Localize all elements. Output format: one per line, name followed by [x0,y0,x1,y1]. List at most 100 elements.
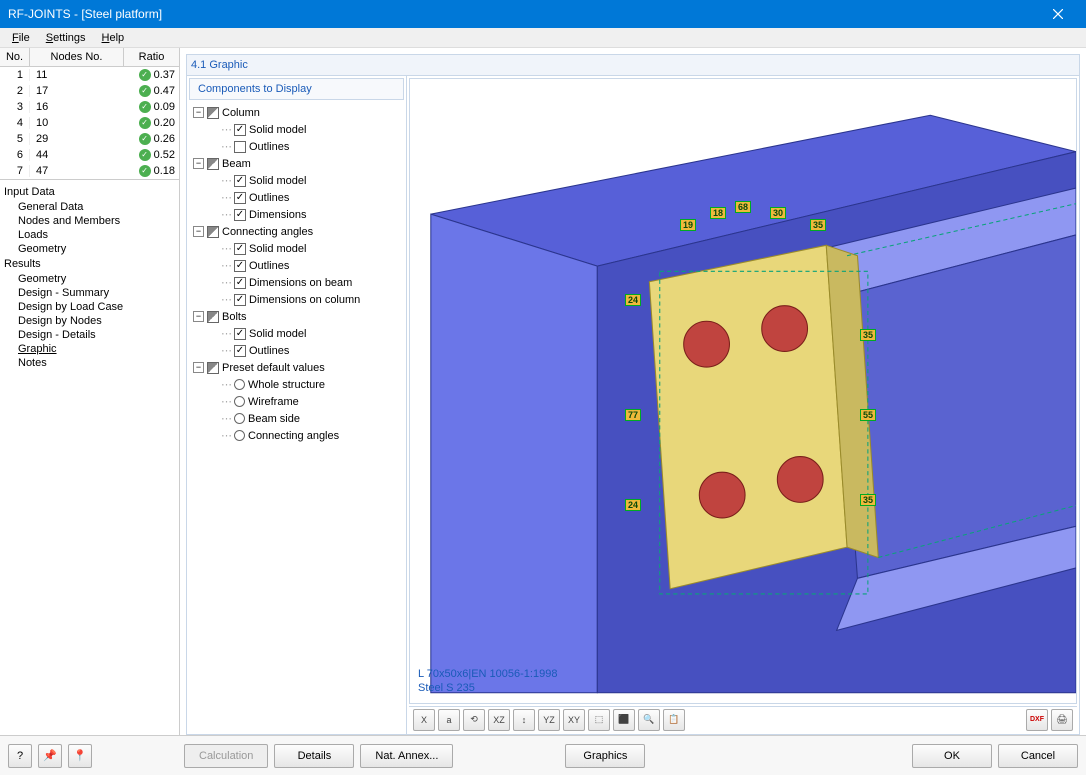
graphics-button[interactable]: Graphics [565,744,645,768]
nat-annex-button[interactable]: Nat. Annex... [360,744,453,768]
check-icon [139,69,151,81]
details-button[interactable]: Details [274,744,354,768]
check-icon [139,117,151,129]
view-toolbar: X a ⟲ XZ ↕ YZ XY ⬚ ⬛ 🔍 📋 DXF 🖨 [409,706,1077,732]
dim-label: 24 [625,499,641,511]
table-row[interactable]: 5290.26 [0,131,179,147]
nav-item[interactable]: Nodes and Members [4,214,175,228]
radio[interactable] [234,413,245,424]
dim-label: 35 [860,329,876,341]
nav-item[interactable]: Geometry [4,272,175,286]
table-row[interactable]: 7470.18 [0,163,179,179]
toolbar-btn-print[interactable]: 🖨 [1051,709,1073,731]
toolbar-btn-solid[interactable]: ⬛ [613,709,635,731]
checkbox[interactable] [234,243,246,255]
menubar: File Settings Help [0,28,1086,48]
checkbox[interactable] [207,158,219,170]
graphic-canvas[interactable]: 19 18 68 30 35 24 77 24 35 55 35 L 70x50… [409,78,1077,704]
components-panel: Components to Display −Column ⋯Solid mod… [187,76,407,734]
toolbar-btn-xz[interactable]: XZ [488,709,510,731]
toolbar-btn-dxf[interactable]: DXF [1026,709,1048,731]
expand-icon[interactable]: − [193,311,204,322]
toolbar-btn-flip[interactable]: ↕ [513,709,535,731]
checkbox[interactable] [234,277,246,289]
expand-icon[interactable]: − [193,107,204,118]
checkbox[interactable] [234,294,246,306]
help-button[interactable]: ? [8,744,32,768]
toolbar-btn-rotate[interactable]: ⟲ [463,709,485,731]
radio[interactable] [234,396,245,407]
dim-label: 24 [625,294,641,306]
checkbox[interactable] [234,260,246,272]
dim-label: 35 [810,219,826,231]
check-icon [139,149,151,161]
checkbox[interactable] [234,175,246,187]
nav-item[interactable]: Design - Details [4,328,175,342]
toolbar-btn-copy[interactable]: 📋 [663,709,685,731]
toolbar-btn-wire[interactable]: ⬚ [588,709,610,731]
toolbar-btn-label[interactable]: a [438,709,460,731]
menu-settings[interactable]: Settings [38,30,94,46]
model-3d [410,79,1076,703]
dim-label: 35 [860,494,876,506]
checkbox[interactable] [207,362,219,374]
table-row[interactable]: 6440.52 [0,147,179,163]
cancel-button[interactable]: Cancel [998,744,1078,768]
checkbox[interactable] [207,107,219,119]
close-button[interactable] [1038,0,1078,28]
checkbox[interactable] [207,226,219,238]
left-column: No. Nodes No. Ratio 1110.372170.473160.0… [0,48,180,735]
footer: ? 📌 📍 Calculation Details Nat. Annex... … [0,735,1086,775]
nav-item[interactable]: Design by Nodes [4,314,175,328]
nav-tree: Input Data General DataNodes and Members… [0,180,179,735]
nav-item[interactable]: General Data [4,200,175,214]
dim-label: 55 [860,409,876,421]
pin2-button[interactable]: 📍 [68,744,92,768]
checkbox[interactable] [207,311,219,323]
nav-results: Results [4,256,175,272]
graphic-view-container: 19 18 68 30 35 24 77 24 35 55 35 L 70x50… [407,76,1079,734]
radio[interactable] [234,430,245,441]
menu-help[interactable]: Help [94,30,133,46]
th-nodes: Nodes No. [30,48,124,66]
toolbar-btn-x[interactable]: X [413,709,435,731]
expand-icon[interactable]: − [193,158,204,169]
toolbar-btn-yz[interactable]: YZ [538,709,560,731]
radio[interactable] [234,379,245,390]
checkbox[interactable] [234,141,246,153]
toolbar-btn-xy[interactable]: XY [563,709,585,731]
model-info: L 70x50x6|EN 10056-1:1998 Steel S 235 [418,667,557,695]
nav-item[interactable]: Design - Summary [4,286,175,300]
calculation-button[interactable]: Calculation [184,744,268,768]
checkbox[interactable] [234,345,246,357]
table-row[interactable]: 1110.37 [0,67,179,83]
checkbox[interactable] [234,124,246,136]
table-row[interactable]: 4100.20 [0,115,179,131]
components-header: Components to Display [189,78,404,100]
pin-button[interactable]: 📌 [38,744,62,768]
dim-label: 19 [680,219,696,231]
nodes-table: No. Nodes No. Ratio 1110.372170.473160.0… [0,48,179,180]
menu-file[interactable]: File [4,30,38,46]
checkbox[interactable] [234,209,246,221]
expand-icon[interactable]: − [193,362,204,373]
check-icon [139,101,151,113]
checkbox[interactable] [234,328,246,340]
th-ratio: Ratio [124,48,179,66]
expand-icon[interactable]: − [193,226,204,237]
dim-label: 68 [735,201,751,213]
check-icon [139,85,151,97]
panel-title: 4.1 Graphic [186,54,1080,75]
table-row[interactable]: 3160.09 [0,99,179,115]
toolbar-btn-zoom[interactable]: 🔍 [638,709,660,731]
table-row[interactable]: 2170.47 [0,83,179,99]
nav-item[interactable]: Design by Load Case [4,300,175,314]
nav-item[interactable]: Geometry [4,242,175,256]
th-no: No. [0,48,30,66]
nav-item[interactable]: Notes [4,356,175,370]
checkbox[interactable] [234,192,246,204]
ok-button[interactable]: OK [912,744,992,768]
nav-item[interactable]: Loads [4,228,175,242]
check-icon [139,165,151,177]
nav-item[interactable]: Graphic [4,342,175,356]
